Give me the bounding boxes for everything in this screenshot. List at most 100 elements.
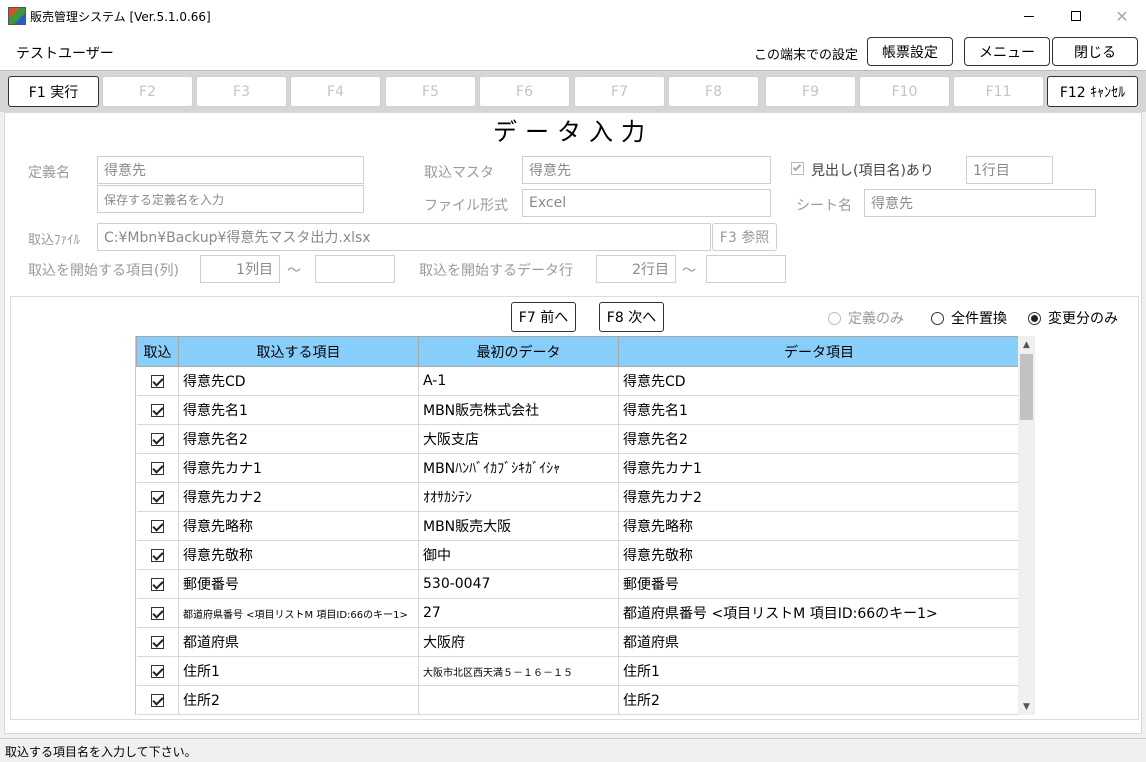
scroll-up-icon[interactable]: ▲ (1018, 336, 1035, 353)
item-cell[interactable]: 得意先敬称 (178, 540, 419, 570)
definition-name-field[interactable]: 得意先 (97, 156, 364, 184)
import-checkbox[interactable] (150, 432, 164, 446)
next-button[interactable]: F8 次へ (599, 302, 664, 332)
column-header-import[interactable]: 取込 (136, 336, 179, 367)
table-row[interactable]: 郵便番号 530-0047 郵便番号 (136, 569, 1018, 599)
import-checkbox[interactable] (150, 490, 164, 504)
import-checkbox[interactable] (150, 606, 164, 620)
table-row[interactable]: 得意先敬称 御中 得意先敬称 (136, 540, 1018, 570)
import-checkbox-cell[interactable] (136, 569, 179, 599)
import-checkbox[interactable] (150, 519, 164, 533)
import-checkbox-cell[interactable] (136, 482, 179, 512)
end-row-field[interactable] (706, 255, 786, 283)
close-button[interactable]: 閉じる (1052, 37, 1138, 66)
table-row[interactable]: 得意先名2 大阪支店 得意先名2 (136, 424, 1018, 454)
column-header-data-item[interactable]: データ項目 (618, 336, 1018, 367)
import-checkbox-cell[interactable] (136, 627, 179, 657)
table-row[interactable]: 都道府県番号 <項目リストM 項目ID:66のキー1> 27 都道府県番号 <項目リ… (136, 598, 1018, 628)
sheet-name-field[interactable]: 得意先 (864, 189, 1096, 217)
data-item-cell[interactable]: 得意先名1 (618, 395, 1018, 425)
radio-replace-all[interactable]: 全件置換 (931, 308, 1007, 328)
start-row-field[interactable]: 2行目 (596, 255, 676, 283)
import-checkbox[interactable] (150, 635, 164, 649)
data-item-cell[interactable]: 得意先略称 (618, 511, 1018, 541)
f3-button[interactable]: F3 (196, 76, 287, 107)
import-checkbox[interactable] (150, 548, 164, 562)
import-checkbox-cell[interactable] (136, 366, 179, 396)
table-row[interactable]: 得意先名1 MBN販売株式会社 得意先名1 (136, 395, 1018, 425)
f11-button[interactable]: F11 (953, 76, 1044, 107)
f8-button[interactable]: F8 (668, 76, 759, 107)
data-item-cell[interactable]: 都道府県番号 <項目リストM 項目ID:66のキー1> (618, 598, 1018, 628)
import-checkbox[interactable] (150, 664, 164, 678)
data-item-cell[interactable]: 住所2 (618, 685, 1018, 715)
import-checkbox-cell[interactable] (136, 453, 179, 483)
maximize-button[interactable] (1053, 0, 1099, 32)
start-column-field[interactable]: 1列目 (200, 255, 280, 283)
import-checkbox-cell[interactable] (136, 511, 179, 541)
radio-definition-only[interactable]: 定義のみ (828, 308, 904, 328)
f10-button[interactable]: F10 (859, 76, 950, 107)
item-cell[interactable]: 郵便番号 (178, 569, 419, 599)
item-cell[interactable]: 得意先名1 (178, 395, 419, 425)
import-master-field[interactable]: 得意先 (522, 156, 771, 184)
data-item-cell[interactable]: 住所1 (618, 656, 1018, 686)
item-cell[interactable]: 都道府県 (178, 627, 419, 657)
item-cell[interactable]: 都道府県番号 <項目リストM 項目ID:66のキー1> (178, 598, 419, 628)
item-cell[interactable]: 住所1 (178, 656, 419, 686)
f9-button[interactable]: F9 (765, 76, 856, 107)
import-checkbox-cell[interactable] (136, 685, 179, 715)
column-header-first-data[interactable]: 最初のデータ (418, 336, 619, 367)
header-row-checkbox[interactable] (791, 162, 804, 175)
minimize-button[interactable] (1006, 0, 1052, 32)
prev-button[interactable]: F7 前へ (511, 302, 576, 332)
header-row-field[interactable]: 1行目 (966, 156, 1053, 184)
f6-button[interactable]: F6 (479, 76, 570, 107)
data-item-cell[interactable]: 都道府県 (618, 627, 1018, 657)
import-checkbox-cell[interactable] (136, 540, 179, 570)
import-checkbox[interactable] (150, 374, 164, 388)
table-row[interactable]: 得意先カナ1 MBNﾊﾝﾊﾞｲｶﾌﾞｼｷｶﾞｲｼｬ 得意先カナ1 (136, 453, 1018, 483)
data-item-cell[interactable]: 得意先カナ2 (618, 482, 1018, 512)
scroll-thumb[interactable] (1020, 354, 1033, 420)
item-cell[interactable]: 得意先カナ2 (178, 482, 419, 512)
report-settings-button[interactable]: 帳票設定 (867, 37, 953, 66)
data-item-cell[interactable]: 得意先敬称 (618, 540, 1018, 570)
item-cell[interactable]: 住所2 (178, 685, 419, 715)
import-checkbox-cell[interactable] (136, 424, 179, 454)
f1-execute-button[interactable]: F1 実行 (8, 76, 99, 107)
import-checkbox[interactable] (150, 403, 164, 417)
import-file-field[interactable]: C:¥Mbn¥Backup¥得意先マスタ出力.xlsx (97, 223, 711, 251)
item-cell[interactable]: 得意先CD (178, 366, 419, 396)
column-header-item[interactable]: 取込する項目 (178, 336, 419, 367)
import-checkbox[interactable] (150, 461, 164, 475)
data-item-cell[interactable]: 郵便番号 (618, 569, 1018, 599)
import-checkbox[interactable] (150, 693, 164, 707)
definition-name-input[interactable]: 保存する定義名を入力 (97, 185, 364, 213)
end-column-field[interactable] (315, 255, 395, 283)
menu-button[interactable]: メニュー (964, 37, 1050, 66)
import-checkbox-cell[interactable] (136, 656, 179, 686)
table-row[interactable]: 住所1 大阪市北区西天満５－１６－１５ 住所1 (136, 656, 1018, 686)
close-window-button[interactable]: ✕ (1099, 0, 1145, 32)
table-row[interactable]: 得意先略称 MBN販売大阪 得意先略称 (136, 511, 1018, 541)
f7-button[interactable]: F7 (574, 76, 665, 107)
import-checkbox[interactable] (150, 577, 164, 591)
f5-button[interactable]: F5 (385, 76, 476, 107)
table-row[interactable]: 得意先CD A-1 得意先CD (136, 366, 1018, 396)
f2-button[interactable]: F2 (102, 76, 193, 107)
radio-changes-only[interactable]: 変更分のみ (1028, 308, 1118, 328)
import-checkbox-cell[interactable] (136, 598, 179, 628)
table-row[interactable]: 得意先カナ2 ｵｵｻｶｼﾃﾝ 得意先カナ2 (136, 482, 1018, 512)
data-item-cell[interactable]: 得意先CD (618, 366, 1018, 396)
item-cell[interactable]: 得意先カナ1 (178, 453, 419, 483)
f4-button[interactable]: F4 (290, 76, 381, 107)
browse-button[interactable]: F3 参照 (712, 223, 777, 251)
scroll-down-icon[interactable]: ▼ (1018, 698, 1035, 715)
item-cell[interactable]: 得意先略称 (178, 511, 419, 541)
data-item-cell[interactable]: 得意先名2 (618, 424, 1018, 454)
table-row[interactable]: 住所2 住所2 (136, 685, 1018, 715)
data-item-cell[interactable]: 得意先カナ1 (618, 453, 1018, 483)
table-row[interactable]: 都道府県 大阪府 都道府県 (136, 627, 1018, 657)
f12-cancel-button[interactable]: F12 ｷｬﾝｾﾙ (1047, 76, 1138, 107)
